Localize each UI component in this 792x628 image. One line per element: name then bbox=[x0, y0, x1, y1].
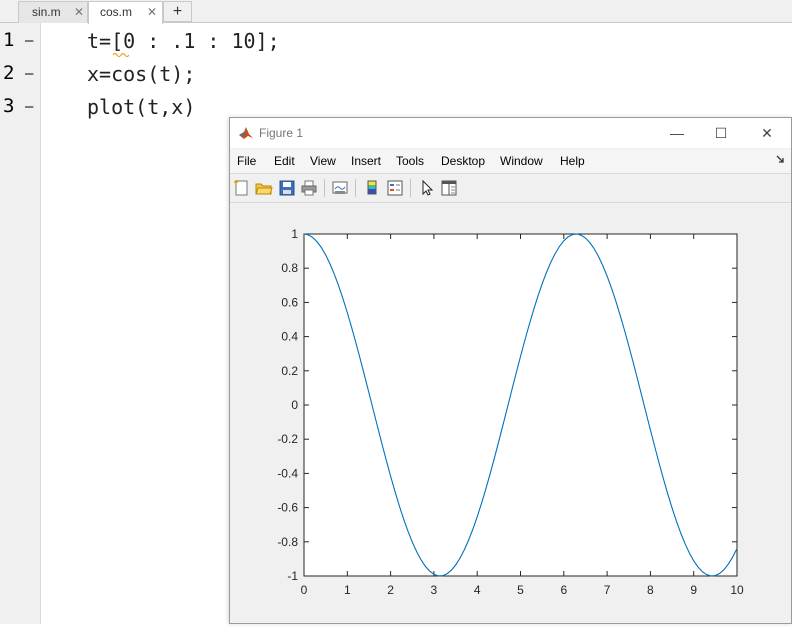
figure-title: Figure 1 bbox=[259, 126, 304, 140]
open-file-icon[interactable] bbox=[255, 179, 273, 197]
close-tab-icon[interactable]: ✕ bbox=[147, 2, 157, 23]
code-line[interactable]: plot(t,x) bbox=[87, 95, 195, 119]
axes-box bbox=[303, 233, 738, 577]
x-tick-label: 2 bbox=[387, 583, 394, 597]
y-tick-label: -0.4 bbox=[277, 466, 298, 480]
x-tick-label: 4 bbox=[474, 583, 481, 597]
code-line[interactable]: t=[0 : .1 : 10]; bbox=[87, 29, 280, 53]
breakpoint-marker[interactable]: — bbox=[25, 99, 33, 115]
menu-edit[interactable]: Edit bbox=[274, 154, 295, 168]
matlab-logo-icon bbox=[239, 127, 253, 139]
figure-toolbar bbox=[230, 173, 791, 203]
print-icon[interactable] bbox=[300, 179, 318, 197]
minimize-button[interactable]: — bbox=[666, 122, 688, 144]
insert-legend-icon[interactable] bbox=[386, 179, 404, 197]
tab-cos-m[interactable]: cos.m ✕ bbox=[88, 1, 163, 24]
edit-plot-icon[interactable] bbox=[418, 179, 436, 197]
link-plot-icon[interactable] bbox=[331, 179, 349, 197]
tab-label: cos.m bbox=[100, 5, 133, 19]
y-tick-label: -1 bbox=[287, 569, 298, 583]
tab-label: sin.m bbox=[32, 5, 61, 19]
maximize-button[interactable]: ☐ bbox=[710, 122, 732, 144]
insert-colorbar-icon[interactable] bbox=[363, 179, 381, 197]
breakpoint-marker[interactable]: — bbox=[25, 33, 33, 49]
code-analyzer-squiggle bbox=[113, 53, 129, 57]
menu-help[interactable]: Help bbox=[560, 154, 585, 168]
figure-title-bar[interactable]: Figure 1 — ☐ ✕ bbox=[230, 118, 791, 148]
y-tick-label: -0.6 bbox=[277, 501, 298, 515]
dock-arrow-icon[interactable] bbox=[776, 155, 785, 164]
x-tick-label: 5 bbox=[517, 583, 524, 597]
x-tick-label: 7 bbox=[604, 583, 611, 597]
y-tick-label: -0.8 bbox=[277, 535, 298, 549]
menu-insert[interactable]: Insert bbox=[351, 154, 381, 168]
x-tick-label: 1 bbox=[344, 583, 351, 597]
y-tick-label: -0.2 bbox=[277, 432, 298, 446]
figure-window: Figure 1 — ☐ ✕ File Edit View Insert Too… bbox=[229, 117, 792, 624]
save-icon[interactable] bbox=[278, 179, 296, 197]
menu-window[interactable]: Window bbox=[500, 154, 543, 168]
close-tab-icon[interactable]: ✕ bbox=[74, 2, 84, 23]
plot-axes[interactable]: 0 1 2 3 4 5 6 7 8 9 10 -1 -0.8 -0.6 -0.4 -0.2 0 0.2 0.4 0.6… bbox=[230, 204, 791, 623]
y-tick-label: 1 bbox=[291, 227, 298, 241]
x-tick-label: 0 bbox=[301, 583, 308, 597]
code-line[interactable]: x=cos(t); bbox=[87, 62, 195, 86]
menu-view[interactable]: View bbox=[310, 154, 336, 168]
new-figure-icon[interactable] bbox=[233, 179, 251, 197]
y-tick-label: 0.2 bbox=[281, 364, 298, 378]
figure-menu-bar: File Edit View Insert Tools Desktop Wind… bbox=[230, 149, 791, 173]
x-tick-label: 10 bbox=[730, 583, 744, 597]
toolbar-separator bbox=[324, 179, 325, 197]
x-tick-label: 6 bbox=[560, 583, 567, 597]
y-tick-label: 0.4 bbox=[281, 330, 298, 344]
close-button[interactable]: ✕ bbox=[756, 122, 778, 144]
line-number: 2 bbox=[3, 62, 15, 84]
new-tab-button[interactable]: + bbox=[163, 1, 192, 22]
open-property-inspector-icon[interactable] bbox=[440, 179, 458, 197]
menu-tools[interactable]: Tools bbox=[396, 154, 424, 168]
toolbar-separator bbox=[355, 179, 356, 197]
y-tick-label: 0.8 bbox=[281, 261, 298, 275]
x-tick-label: 9 bbox=[690, 583, 697, 597]
menu-desktop[interactable]: Desktop bbox=[441, 154, 485, 168]
tab-sin-m[interactable]: sin.m ✕ bbox=[18, 1, 88, 23]
breakpoint-marker[interactable]: — bbox=[25, 66, 33, 82]
x-tick-label: 8 bbox=[647, 583, 654, 597]
line-number: 3 bbox=[3, 95, 15, 117]
editor-tab-bar: sin.m ✕ cos.m ✕ + bbox=[0, 0, 792, 24]
toolbar-separator bbox=[410, 179, 411, 197]
line-number: 1 bbox=[3, 29, 15, 51]
figure-canvas: 0 1 2 3 4 5 6 7 8 9 10 -1 -0.8 -0.6 -0.4 -0.2 0 0.2 0.4 0.6… bbox=[230, 204, 791, 623]
menu-file[interactable]: File bbox=[237, 154, 256, 168]
y-tick-label: 0 bbox=[291, 398, 298, 412]
y-tick-label: 0.6 bbox=[281, 295, 298, 309]
x-tick-label: 3 bbox=[431, 583, 438, 597]
